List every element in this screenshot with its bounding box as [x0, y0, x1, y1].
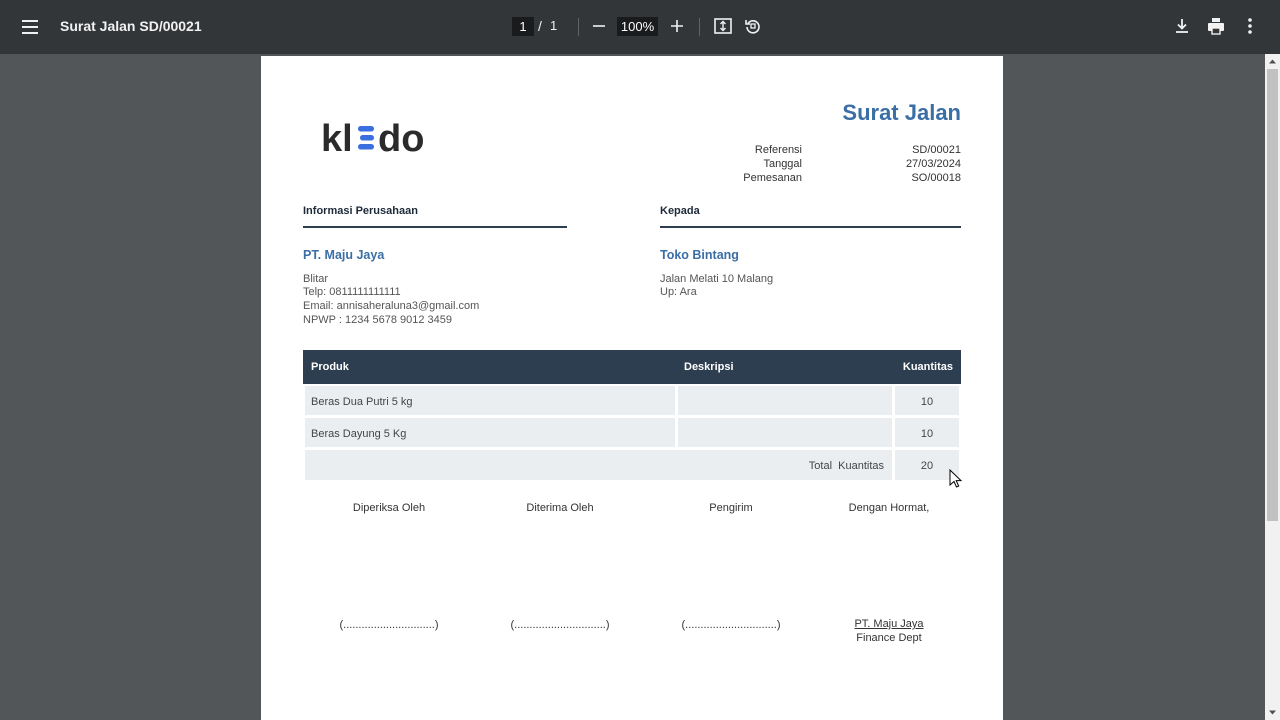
svg-text:do: do [378, 118, 424, 158]
recipient-name: Toko Bintang [660, 248, 739, 262]
zoom-in-plus-icon[interactable] [666, 15, 688, 37]
page-number-input[interactable]: 1 [512, 17, 534, 36]
signature-line-sender: (..............................) [681, 619, 781, 631]
scroll-up-arrow-icon[interactable] [1265, 54, 1280, 69]
column-header-produk: Produk [311, 361, 349, 373]
pdf-page: kl do Surat Jalan Referensi SD/00021 Tan… [261, 56, 1003, 720]
sender-phone: Telp: 0811111111111 [303, 286, 401, 298]
table-cell-produk: Beras Dua Putri 5 kg [305, 386, 675, 415]
signature-label-checked-by: Diperiksa Oleh [352, 502, 426, 514]
zoom-level-input[interactable]: 100% [617, 17, 658, 36]
column-header-kuantitas: Kuantitas [902, 361, 953, 373]
sender-email: Email: annisaheraluna3@gmail.com [303, 300, 480, 312]
scroll-down-arrow-icon[interactable] [1265, 705, 1280, 720]
more-vert-icon[interactable] [1239, 15, 1261, 37]
table-cell-deskripsi [678, 418, 892, 447]
rotate-icon[interactable] [742, 15, 764, 37]
scrollbar-thumb[interactable] [1267, 69, 1278, 521]
meta-value-tanggal: 27/03/2024 [905, 158, 961, 170]
sender-name: PT. Maju Jaya [303, 248, 385, 262]
document-title: Surat Jalan SD/00021 [60, 18, 202, 34]
page-separator: / [538, 18, 542, 34]
svg-text:kl: kl [321, 118, 353, 158]
table-cell-deskripsi [678, 386, 892, 415]
signature-company: PT. Maju Jaya [854, 618, 924, 630]
section-divider [660, 226, 961, 228]
signature-department: Finance Dept [856, 632, 922, 644]
fit-page-icon[interactable] [712, 15, 734, 37]
signature-label-sender: Pengirim [709, 502, 753, 514]
recipient-address: Jalan Melati 10 Malang [660, 273, 774, 285]
section-divider [303, 226, 567, 228]
section-title-company-info: Informasi Perusahaan [303, 205, 418, 217]
meta-label-pemesanan: Pemesanan [743, 172, 802, 184]
signature-line-received-by: (..............................) [510, 619, 610, 631]
pdf-toolbar: Surat Jalan SD/00021 1 / 1 100% [0, 0, 1280, 54]
print-icon[interactable] [1205, 15, 1227, 37]
signature-line-checked-by: (..............................) [339, 619, 439, 631]
meta-label-referensi: Referensi [754, 144, 802, 156]
download-icon[interactable] [1171, 15, 1193, 37]
vertical-scrollbar[interactable] [1265, 54, 1280, 720]
section-title-recipient: Kepada [660, 205, 700, 217]
total-label-cell: Total Kuantitas [305, 450, 892, 480]
mouse-cursor-icon [949, 468, 963, 489]
meta-label-tanggal: Tanggal [763, 158, 802, 170]
meta-value-pemesanan: SO/00018 [911, 172, 961, 184]
hamburger-menu-icon[interactable] [18, 15, 42, 39]
column-header-deskripsi: Deskripsi [684, 361, 734, 373]
zoom-out-minus-icon[interactable] [588, 15, 610, 37]
recipient-attention: Up: Ara [660, 286, 697, 298]
signature-label-received-by: Diterima Oleh [526, 502, 594, 514]
meta-value-referensi: SD/00021 [912, 144, 961, 156]
table-cell-produk: Beras Dayung 5 Kg [305, 418, 675, 447]
company-logo: kl do [321, 118, 425, 163]
sender-npwp: NPWP : 1234 5678 9012 3459 [303, 314, 453, 326]
document-heading: Surat Jalan [842, 100, 961, 125]
sender-city: Blitar [303, 273, 329, 285]
toolbar-divider [578, 18, 579, 36]
items-table-header: Produk Deskripsi Kuantitas [303, 350, 961, 384]
signature-label-regards: Dengan Hormat, [848, 502, 930, 514]
page-total: 1 [550, 18, 558, 33]
total-quantity-label: Total Kuantitas [808, 460, 884, 472]
table-cell-kuantitas: 10 [895, 418, 959, 447]
toolbar-divider [699, 18, 700, 36]
table-cell-kuantitas: 10 [895, 386, 959, 415]
